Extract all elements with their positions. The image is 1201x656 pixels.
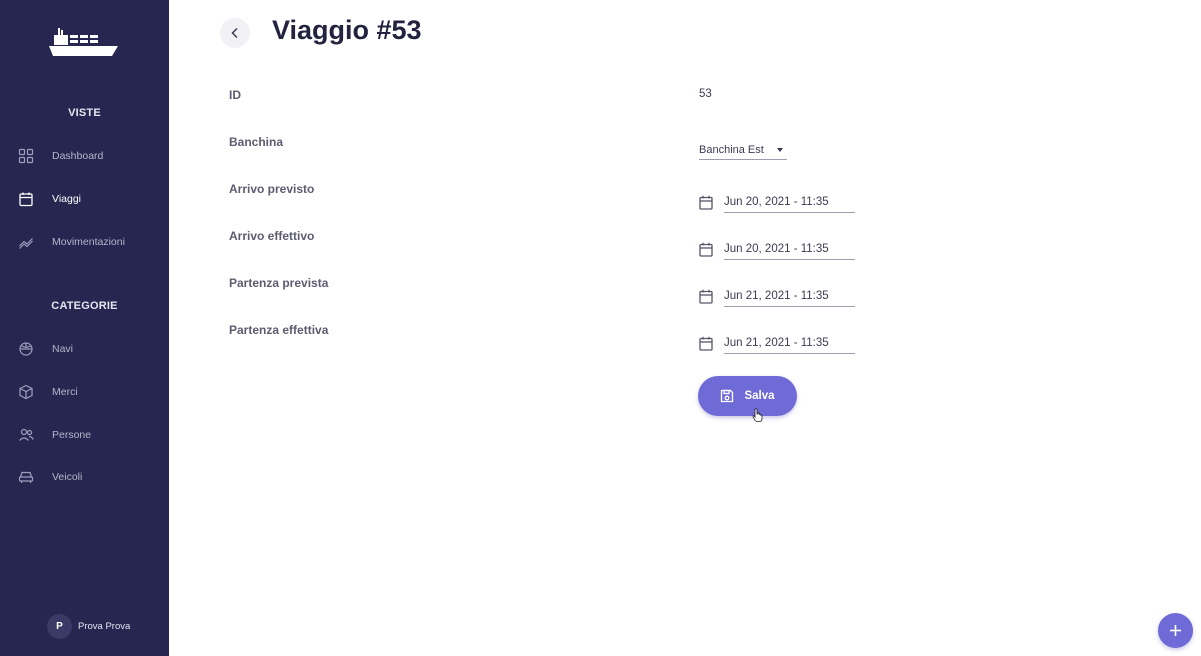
caret-down-icon xyxy=(777,148,783,152)
car-icon xyxy=(18,469,34,485)
arrivo-previsto-input[interactable] xyxy=(724,192,855,213)
sidebar-item-movimentazioni[interactable]: Movimentazioni xyxy=(0,227,169,257)
sidebar-item-veicoli[interactable]: Veicoli xyxy=(0,462,169,492)
chevron-left-icon xyxy=(231,27,238,39)
trend-icon xyxy=(18,234,34,250)
ship-wheel-icon xyxy=(18,341,34,357)
grid-icon xyxy=(18,148,34,164)
sidebar-item-navi[interactable]: Navi xyxy=(0,334,169,364)
sidebar: VISTE Dashboard Viaggi Movimentazioni CA… xyxy=(0,0,169,656)
partenza-effettiva-label: Partenza effettiva xyxy=(229,323,329,337)
avatar: P xyxy=(47,613,72,639)
sidebar-item-persone[interactable]: Persone xyxy=(0,420,169,450)
hand-pointer-cursor-icon xyxy=(752,408,763,422)
save-icon xyxy=(721,389,734,403)
page-title: Viaggio #53 xyxy=(272,15,422,45)
sidebar-item-label: Navi xyxy=(52,343,74,355)
back-button[interactable] xyxy=(220,18,250,48)
section-title-viste: VISTE xyxy=(68,107,101,119)
arrivo-effettivo-label: Arrivo effettivo xyxy=(229,229,315,243)
box-icon xyxy=(18,384,34,400)
sidebar-item-label: Movimentazioni xyxy=(52,236,125,248)
arrivo-previsto-label: Arrivo previsto xyxy=(229,182,315,196)
plus-icon xyxy=(1170,625,1181,636)
sidebar-item-label: Dashboard xyxy=(52,150,104,162)
partenza-prevista-input[interactable] xyxy=(724,286,855,307)
calendar-icon[interactable] xyxy=(699,242,713,257)
user-name: Prova Prova xyxy=(78,620,131,632)
sidebar-item-merci[interactable]: Merci xyxy=(0,377,169,407)
arrivo-previsto-field xyxy=(699,192,856,214)
save-button[interactable]: Salva xyxy=(698,376,797,416)
banchina-select[interactable]: Banchina Est xyxy=(699,142,787,160)
user-profile[interactable]: P Prova Prova xyxy=(47,613,130,639)
sidebar-item-viaggi[interactable]: Viaggi xyxy=(0,184,169,214)
calendar-icon xyxy=(18,191,34,207)
banchina-label: Banchina xyxy=(229,135,284,149)
sidebar-item-label: Veicoli xyxy=(52,471,83,483)
partenza-effettiva-input[interactable] xyxy=(724,333,855,354)
sidebar-item-dashboard[interactable]: Dashboard xyxy=(0,141,169,171)
partenza-effettiva-field xyxy=(699,333,856,355)
arrivo-effettivo-field xyxy=(699,239,856,261)
users-icon xyxy=(18,427,34,443)
arrivo-effettivo-input[interactable] xyxy=(724,239,855,260)
sidebar-item-label: Viaggi xyxy=(52,193,81,205)
banchina-selected-value: Banchina Est xyxy=(699,144,764,156)
calendar-icon[interactable] xyxy=(699,289,713,304)
ship-logo-icon xyxy=(49,28,118,56)
calendar-icon[interactable] xyxy=(699,195,713,210)
sidebar-item-label: Merci xyxy=(52,386,78,398)
id-label: ID xyxy=(229,88,241,102)
partenza-prevista-field xyxy=(699,286,856,308)
id-value: 53 xyxy=(699,88,712,100)
save-button-label: Salva xyxy=(744,390,775,402)
partenza-prevista-label: Partenza prevista xyxy=(229,276,329,290)
calendar-icon[interactable] xyxy=(699,336,713,351)
sidebar-item-label: Persone xyxy=(52,429,92,441)
add-fab-button[interactable] xyxy=(1158,613,1193,648)
section-title-categorie: CATEGORIE xyxy=(51,300,118,312)
